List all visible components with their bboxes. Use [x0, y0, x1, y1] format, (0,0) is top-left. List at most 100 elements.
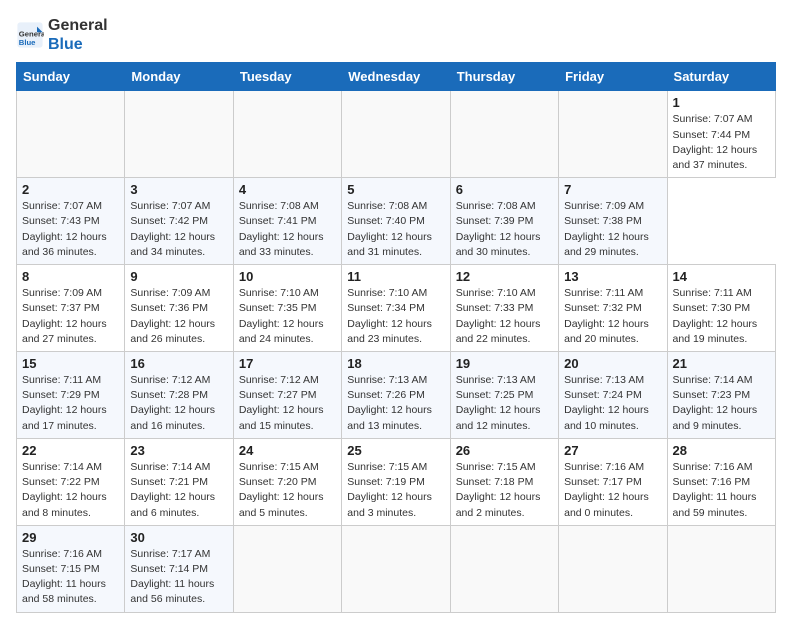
day-number: 2: [22, 182, 119, 197]
day-info: Sunrise: 7:11 AMSunset: 7:30 PMDaylight:…: [673, 286, 770, 347]
day-number: 30: [130, 530, 227, 545]
empty-cell: [559, 91, 667, 178]
day-number: 7: [564, 182, 661, 197]
day-number: 24: [239, 443, 336, 458]
day-number: 21: [673, 356, 770, 371]
day-cell-30: 30 Sunrise: 7:17 AMSunset: 7:14 PMDayligh…: [125, 525, 233, 612]
day-info: Sunrise: 7:17 AMSunset: 7:14 PMDaylight:…: [130, 547, 227, 608]
day-cell-2: 2 Sunrise: 7:07 AMSunset: 7:43 PMDaylight…: [17, 178, 125, 265]
empty-cell: [667, 525, 775, 612]
day-cell-26: 26Sunrise: 7:15 AMSunset: 7:18 PMDayligh…: [450, 438, 558, 525]
day-info: Sunrise: 7:14 AMSunset: 7:23 PMDaylight:…: [673, 373, 770, 434]
day-number: 15: [22, 356, 119, 371]
day-number: 11: [347, 269, 444, 284]
day-info: Sunrise: 7:12 AMSunset: 7:27 PMDaylight:…: [239, 373, 336, 434]
logo-icon: General Blue: [16, 21, 44, 49]
day-info: Sunrise: 7:11 AMSunset: 7:32 PMDaylight:…: [564, 286, 661, 347]
day-cell-14: 14 Sunrise: 7:11 AMSunset: 7:30 PMDayligh…: [667, 265, 775, 352]
day-number: 8: [22, 269, 119, 284]
day-number: 13: [564, 269, 661, 284]
logo-text-general: General: [48, 17, 108, 34]
day-info: Sunrise: 7:07 AMSunset: 7:44 PMDaylight:…: [673, 112, 770, 173]
day-cell-27: 27Sunrise: 7:16 AMSunset: 7:17 PMDayligh…: [559, 438, 667, 525]
day-cell-19: 19 Sunrise: 7:13 AMSunset: 7:25 PMDayligh…: [450, 352, 558, 439]
empty-cell: [450, 525, 558, 612]
day-info: Sunrise: 7:10 AMSunset: 7:33 PMDaylight:…: [456, 286, 553, 347]
day-cell-18: 18Sunrise: 7:13 AMSunset: 7:26 PMDayligh…: [342, 352, 450, 439]
day-info: Sunrise: 7:12 AMSunset: 7:28 PMDaylight:…: [130, 373, 227, 434]
calendar-week-2: 2 Sunrise: 7:07 AMSunset: 7:43 PMDaylight…: [17, 178, 776, 265]
day-cell-23: 23 Sunrise: 7:14 AMSunset: 7:21 PMDayligh…: [125, 438, 233, 525]
weekday-thursday: Thursday: [450, 63, 558, 91]
day-info: Sunrise: 7:09 AMSunset: 7:37 PMDaylight:…: [22, 286, 119, 347]
empty-cell: [342, 91, 450, 178]
weekday-sunday: Sunday: [17, 63, 125, 91]
day-number: 10: [239, 269, 336, 284]
day-cell-4: 4Sunrise: 7:08 AMSunset: 7:41 PMDaylight…: [233, 178, 341, 265]
day-number: 17: [239, 356, 336, 371]
calendar-table: SundayMondayTuesdayWednesdayThursdayFrid…: [16, 62, 776, 612]
day-info: Sunrise: 7:07 AMSunset: 7:43 PMDaylight:…: [22, 199, 119, 260]
day-info: Sunrise: 7:13 AMSunset: 7:24 PMDaylight:…: [564, 373, 661, 434]
day-number: 28: [673, 443, 770, 458]
weekday-tuesday: Tuesday: [233, 63, 341, 91]
weekday-wednesday: Wednesday: [342, 63, 450, 91]
day-cell-5: 5Sunrise: 7:08 AMSunset: 7:40 PMDaylight…: [342, 178, 450, 265]
calendar-body: 1 Sunrise: 7:07 AMSunset: 7:44 PMDaylight…: [17, 91, 776, 612]
day-cell-24: 24 Sunrise: 7:15 AMSunset: 7:20 PMDayligh…: [233, 438, 341, 525]
day-cell-6: 6Sunrise: 7:08 AMSunset: 7:39 PMDaylight…: [450, 178, 558, 265]
day-cell-17: 17 Sunrise: 7:12 AMSunset: 7:27 PMDayligh…: [233, 352, 341, 439]
day-number: 22: [22, 443, 119, 458]
empty-cell: [233, 525, 341, 612]
day-info: Sunrise: 7:15 AMSunset: 7:19 PMDaylight:…: [347, 460, 444, 521]
logo: General Blue General Blue: [16, 16, 108, 54]
day-info: Sunrise: 7:09 AMSunset: 7:38 PMDaylight:…: [564, 199, 661, 260]
day-number: 12: [456, 269, 553, 284]
day-info: Sunrise: 7:14 AMSunset: 7:21 PMDaylight:…: [130, 460, 227, 521]
day-number: 23: [130, 443, 227, 458]
day-cell-25: 25Sunrise: 7:15 AMSunset: 7:19 PMDayligh…: [342, 438, 450, 525]
day-cell-1: 1 Sunrise: 7:07 AMSunset: 7:44 PMDaylight…: [667, 91, 775, 178]
day-number: 19: [456, 356, 553, 371]
day-info: Sunrise: 7:13 AMSunset: 7:25 PMDaylight:…: [456, 373, 553, 434]
day-cell-29: 29Sunrise: 7:16 AMSunset: 7:15 PMDayligh…: [17, 525, 125, 612]
day-cell-3: 3Sunrise: 7:07 AMSunset: 7:42 PMDaylight…: [125, 178, 233, 265]
day-cell-11: 11Sunrise: 7:10 AMSunset: 7:34 PMDayligh…: [342, 265, 450, 352]
day-cell-10: 10Sunrise: 7:10 AMSunset: 7:35 PMDayligh…: [233, 265, 341, 352]
empty-cell: [233, 91, 341, 178]
svg-text:Blue: Blue: [19, 38, 36, 47]
day-info: Sunrise: 7:16 AMSunset: 7:16 PMDaylight:…: [673, 460, 770, 521]
day-info: Sunrise: 7:15 AMSunset: 7:18 PMDaylight:…: [456, 460, 553, 521]
day-number: 14: [673, 269, 770, 284]
calendar-week-4: 15Sunrise: 7:11 AMSunset: 7:29 PMDayligh…: [17, 352, 776, 439]
logo-text-blue: Blue: [48, 35, 108, 54]
weekday-saturday: Saturday: [667, 63, 775, 91]
day-info: Sunrise: 7:13 AMSunset: 7:26 PMDaylight:…: [347, 373, 444, 434]
calendar-week-5: 22 Sunrise: 7:14 AMSunset: 7:22 PMDayligh…: [17, 438, 776, 525]
calendar-week-3: 8 Sunrise: 7:09 AMSunset: 7:37 PMDaylight…: [17, 265, 776, 352]
day-number: 27: [564, 443, 661, 458]
day-info: Sunrise: 7:14 AMSunset: 7:22 PMDaylight:…: [22, 460, 119, 521]
empty-cell: [559, 525, 667, 612]
weekday-header-row: SundayMondayTuesdayWednesdayThursdayFrid…: [17, 63, 776, 91]
empty-cell: [125, 91, 233, 178]
calendar-week-1: 1 Sunrise: 7:07 AMSunset: 7:44 PMDaylight…: [17, 91, 776, 178]
day-cell-7: 7 Sunrise: 7:09 AMSunset: 7:38 PMDaylight…: [559, 178, 667, 265]
calendar-week-6: 29Sunrise: 7:16 AMSunset: 7:15 PMDayligh…: [17, 525, 776, 612]
day-cell-15: 15Sunrise: 7:11 AMSunset: 7:29 PMDayligh…: [17, 352, 125, 439]
day-cell-13: 13 Sunrise: 7:11 AMSunset: 7:32 PMDayligh…: [559, 265, 667, 352]
day-number: 1: [673, 95, 770, 110]
day-cell-9: 9Sunrise: 7:09 AMSunset: 7:36 PMDaylight…: [125, 265, 233, 352]
day-info: Sunrise: 7:15 AMSunset: 7:20 PMDaylight:…: [239, 460, 336, 521]
empty-cell: [450, 91, 558, 178]
day-cell-28: 28 Sunrise: 7:16 AMSunset: 7:16 PMDayligh…: [667, 438, 775, 525]
day-info: Sunrise: 7:08 AMSunset: 7:41 PMDaylight:…: [239, 199, 336, 260]
weekday-monday: Monday: [125, 63, 233, 91]
weekday-friday: Friday: [559, 63, 667, 91]
empty-cell: [17, 91, 125, 178]
page-header: General Blue General Blue: [16, 16, 776, 54]
day-number: 5: [347, 182, 444, 197]
day-info: Sunrise: 7:07 AMSunset: 7:42 PMDaylight:…: [130, 199, 227, 260]
day-number: 6: [456, 182, 553, 197]
day-info: Sunrise: 7:16 AMSunset: 7:15 PMDaylight:…: [22, 547, 119, 608]
